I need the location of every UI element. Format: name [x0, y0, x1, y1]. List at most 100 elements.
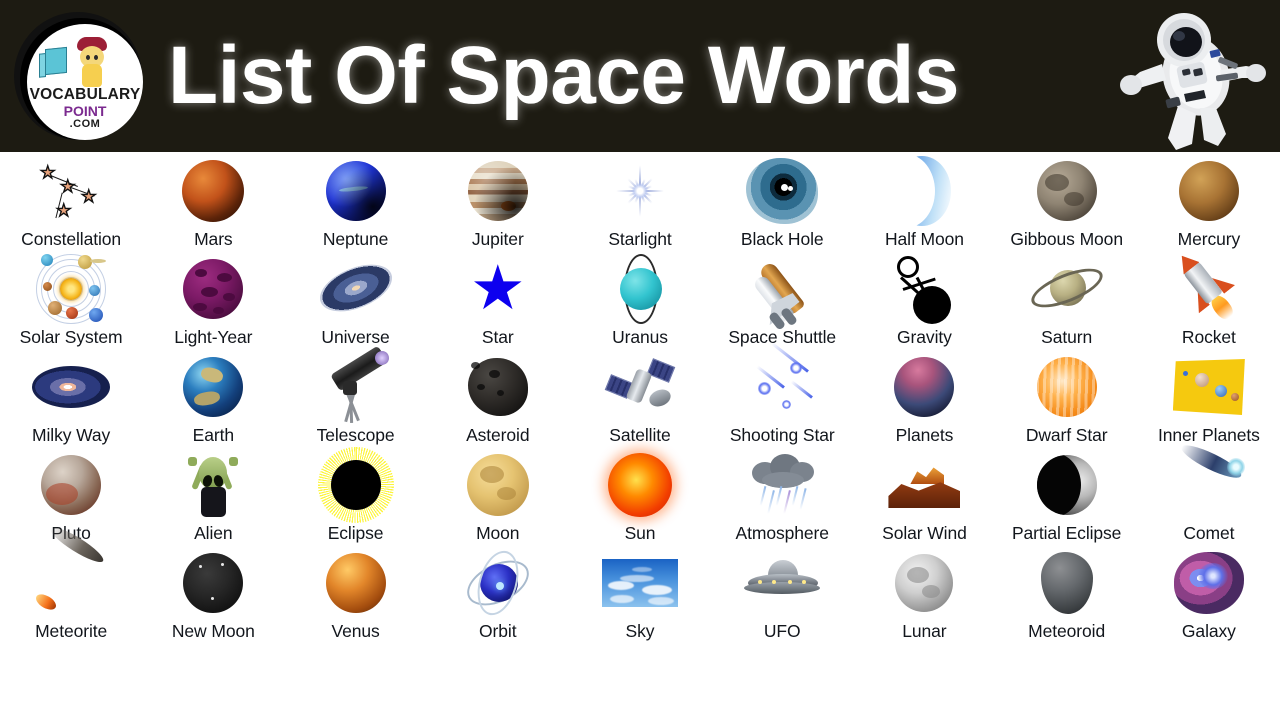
word-label: Saturn [1041, 327, 1093, 347]
word-cell-gibbous-moon[interactable]: Gibbous Moon [996, 154, 1138, 252]
word-cell-saturn[interactable]: Saturn [996, 252, 1138, 350]
venus-planet-icon [317, 546, 395, 620]
word-cell-telescope[interactable]: Telescope [284, 345, 426, 448]
word-label: Universe [321, 327, 390, 347]
neptune-planet-icon [317, 154, 395, 228]
word-cell-comet[interactable]: Comet [1138, 439, 1280, 546]
word-label: Solar System [19, 327, 123, 347]
gibbous-moon-icon [1028, 154, 1106, 228]
word-cell-orbit[interactable]: Orbit [427, 546, 569, 644]
word-label: Dwarf Star [1025, 425, 1108, 445]
ufo-icon [743, 546, 821, 620]
word-cell-eclipse[interactable]: Eclipse [284, 447, 426, 546]
word-cell-gravity[interactable]: Gravity [853, 252, 995, 350]
moon-icon [459, 448, 537, 522]
word-cell-atmosphere[interactable]: Atmosphere [711, 448, 853, 546]
word-cell-shooting-star[interactable]: Shooting Star [711, 341, 853, 448]
word-cell-meteoroid[interactable]: Meteoroid [996, 546, 1138, 644]
word-cell-satellite[interactable]: Satellite [569, 350, 711, 448]
astronaut-icon [1120, 13, 1266, 150]
sky-icon [601, 546, 679, 620]
word-row: ★ ★ ★ ★ Constellation Mars Neptune Jupit… [0, 154, 1280, 252]
word-cell-rocket[interactable]: Rocket [1138, 252, 1280, 350]
star-icon: ★ [469, 254, 526, 323]
gravity-icon [885, 252, 963, 326]
word-cell-mercury[interactable]: Mercury [1138, 154, 1280, 252]
milky-way-icon [32, 350, 111, 424]
word-cell-moon[interactable]: Moon [427, 448, 569, 546]
lunar-icon [885, 546, 963, 620]
half-moon-icon [877, 154, 963, 228]
word-label: Planets [895, 425, 954, 445]
word-cell-pluto[interactable]: Pluto [0, 448, 142, 546]
solar-system-icon [32, 252, 110, 326]
word-cell-starlight[interactable]: Starlight [569, 154, 711, 252]
mascot-icon [75, 37, 109, 89]
word-cell-dwarf-star[interactable]: Dwarf Star [996, 350, 1138, 448]
alien-icon [174, 448, 252, 522]
word-cell-jupiter[interactable]: Jupiter [427, 154, 569, 252]
page-header: VOCABULARY POINT .COM List Of Space Word… [0, 0, 1280, 152]
planets-icon [885, 350, 963, 424]
word-label: Alien [194, 523, 233, 543]
word-cell-milky-way[interactable]: Milky Way [0, 350, 142, 448]
word-cell-sky[interactable]: Sky [569, 546, 711, 644]
word-label: UFO [763, 621, 801, 641]
word-cell-solar-wind[interactable]: Solar Wind [853, 448, 995, 546]
eclipse-icon [317, 447, 395, 523]
word-label: New Moon [171, 621, 255, 641]
jupiter-planet-icon [459, 154, 537, 228]
mars-planet-icon [174, 154, 252, 228]
word-label: Sky [625, 621, 655, 641]
starlight-icon [601, 154, 679, 228]
word-cell-alien[interactable]: Alien [142, 448, 284, 546]
word-cell-planets[interactable]: Planets [853, 350, 995, 448]
space-shuttle-icon [743, 252, 821, 331]
word-label: Galaxy [1181, 621, 1236, 641]
word-cell-ufo[interactable]: UFO [711, 546, 853, 644]
word-cell-sun[interactable]: Sun [569, 448, 711, 546]
word-cell-lunar[interactable]: Lunar [853, 546, 995, 644]
word-label: Starlight [608, 229, 672, 249]
word-label: Light-Year [174, 327, 253, 347]
vocabulary-point-logo: VOCABULARY POINT .COM [12, 10, 148, 142]
word-cell-star[interactable]: ★ Star [427, 252, 569, 350]
saturn-planet-icon [1026, 252, 1108, 326]
word-label: Milky Way [32, 425, 111, 445]
word-cell-constellation[interactable]: ★ ★ ★ ★ Constellation [0, 154, 142, 252]
word-cell-partial-eclipse[interactable]: Partial Eclipse [996, 448, 1138, 546]
word-cell-meteorite[interactable]: Meteorite [0, 522, 142, 644]
sun-icon [601, 448, 679, 522]
word-cell-new-moon[interactable]: New Moon [142, 546, 284, 644]
word-cell-asteroid[interactable]: Asteroid [427, 350, 569, 448]
word-label: Earth [192, 425, 234, 445]
word-row: Milky Way Earth Telescope Asteroid Satel… [0, 341, 1280, 448]
word-label: Star [481, 327, 514, 347]
word-cell-earth[interactable]: Earth [142, 350, 284, 448]
word-label: Gravity [897, 327, 952, 347]
word-label: Satellite [609, 425, 671, 445]
word-cell-inner-planets[interactable]: Inner Planets [1138, 350, 1280, 448]
word-cell-solar-system[interactable]: Solar System [0, 252, 142, 350]
word-label: Jupiter [471, 229, 524, 249]
partial-eclipse-icon [1028, 448, 1106, 522]
solar-wind-icon [885, 448, 963, 522]
word-label: Moon [476, 523, 520, 543]
earth-planet-icon [174, 350, 252, 424]
pluto-planet-icon [32, 448, 110, 522]
word-cell-space-shuttle[interactable]: Space Shuttle [711, 252, 853, 350]
word-label: Meteoroid [1028, 621, 1106, 641]
word-cell-universe[interactable]: Universe [284, 252, 426, 350]
word-row: Solar System Light-Year Universe ★ Star [0, 252, 1280, 350]
word-label: Mars [194, 229, 233, 249]
word-cell-mars[interactable]: Mars [142, 154, 284, 252]
word-cell-venus[interactable]: Venus [284, 546, 426, 644]
constellation-icon: ★ ★ ★ ★ [39, 163, 97, 220]
word-cell-black-hole[interactable]: Black Hole [711, 154, 853, 252]
word-cell-galaxy[interactable]: Galaxy [1138, 546, 1280, 644]
word-cell-half-moon[interactable]: Half Moon [853, 154, 995, 252]
word-cell-uranus[interactable]: Uranus [569, 252, 711, 350]
word-cell-neptune[interactable]: Neptune [284, 154, 426, 252]
logo-line-2: POINT [63, 103, 107, 119]
word-cell-light-year[interactable]: Light-Year [142, 252, 284, 350]
